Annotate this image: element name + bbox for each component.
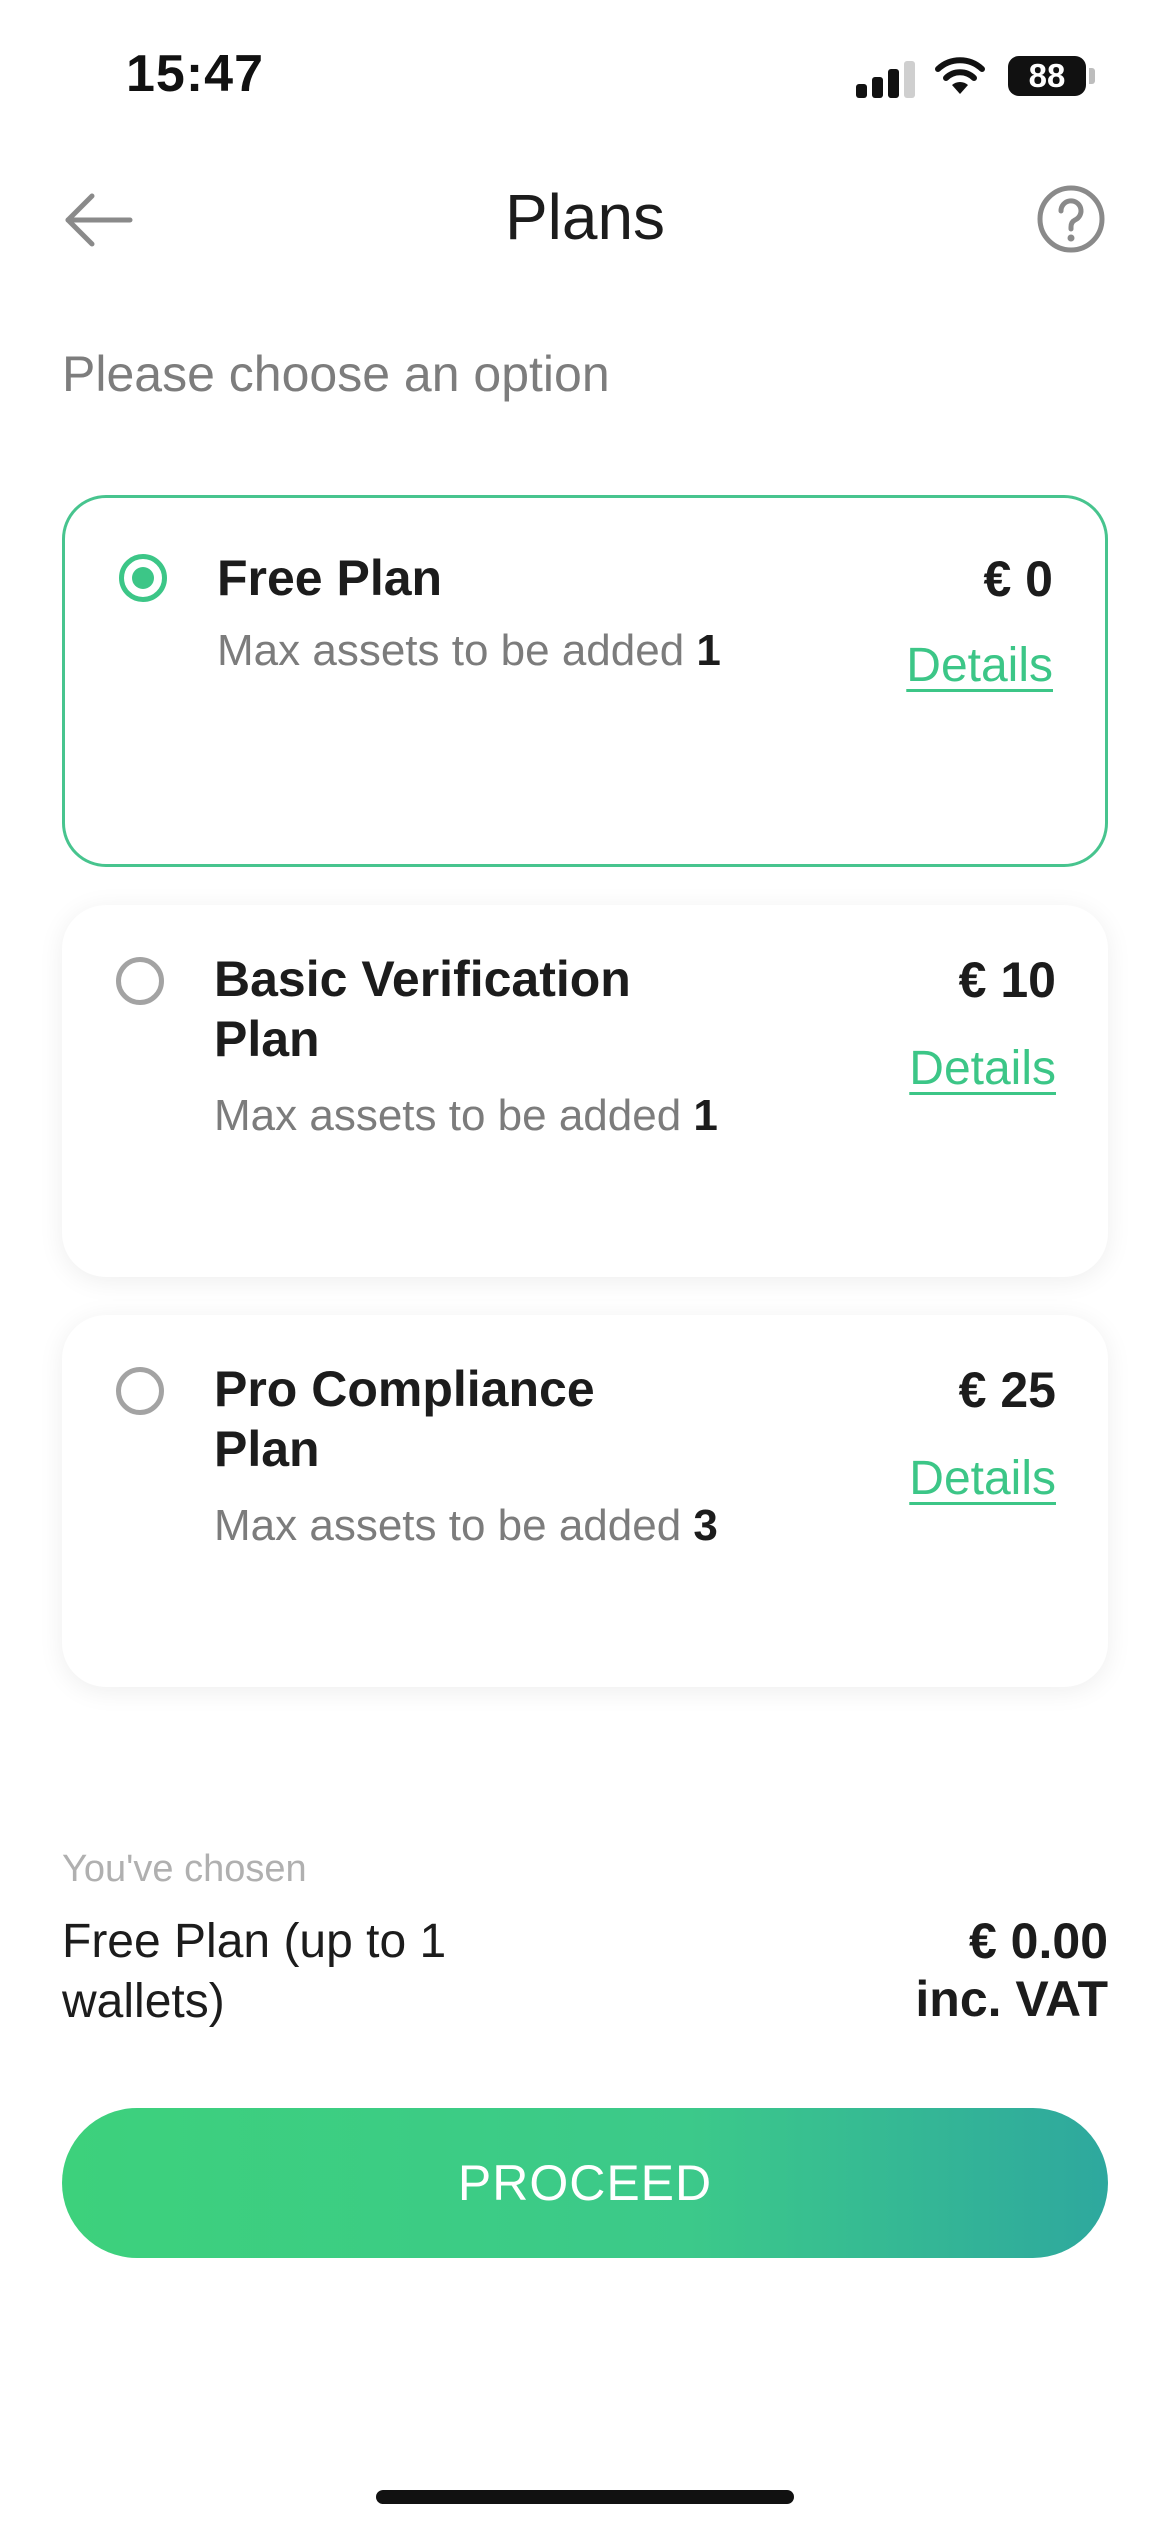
plan-name: Basic Verification Plan <box>214 951 631 1067</box>
plan-price: € 25 <box>958 1362 1056 1418</box>
chosen-label: You've chosen <box>62 1848 307 1890</box>
proceed-button[interactable]: PROCEED <box>62 2108 1108 2258</box>
plan-assets: Max assets to be added 1 <box>214 1091 718 1140</box>
plan-details-link[interactable]: Details <box>909 1041 1056 1096</box>
chosen-price: € 0.00 inc. VAT <box>915 1912 1108 2028</box>
plan-assets-count: 1 <box>693 1091 718 1140</box>
page-title: Plans <box>504 181 666 253</box>
home-indicator <box>376 2490 794 2504</box>
plan-card-basic[interactable]: Basic Verification Plan Max assets to be… <box>62 905 1108 1277</box>
plan-price: € 10 <box>958 952 1056 1008</box>
plan-card-pro[interactable]: Pro Compliance Plan Max assets to be add… <box>62 1315 1108 1687</box>
battery-icon: 88 <box>1008 56 1086 96</box>
help-icon[interactable] <box>1036 184 1106 254</box>
radio-unselected-icon[interactable] <box>116 1367 164 1415</box>
battery-cap <box>1089 68 1095 84</box>
chosen-price-amount: € 0.00 <box>968 1913 1108 1969</box>
radio-unselected-icon[interactable] <box>116 957 164 1005</box>
plan-details-link[interactable]: Details <box>909 1451 1056 1506</box>
plan-name: Free Plan <box>217 550 443 606</box>
plan-assets-count: 3 <box>693 1501 718 1550</box>
chosen-plan: Free Plan (up to 1 wallets) <box>62 1915 447 2028</box>
plan-assets: Max assets to be added 1 <box>217 626 721 675</box>
page-subtitle: Please choose an option <box>62 346 610 402</box>
wifi-icon <box>935 57 985 94</box>
plan-card-free[interactable]: Free Plan Max assets to be added 1 € 0 D… <box>62 495 1108 867</box>
radio-selected-icon[interactable] <box>119 554 167 602</box>
status-time: 15:47 <box>126 45 264 103</box>
plan-name: Pro Compliance Plan <box>214 1361 595 1477</box>
signal-icon <box>856 58 916 98</box>
chosen-price-vat: inc. VAT <box>915 1971 1108 2027</box>
header: Plans <box>0 160 1170 280</box>
status-bar: 15:47 88 <box>0 0 1170 150</box>
plan-details-link[interactable]: Details <box>906 638 1053 693</box>
plan-price: € 0 <box>983 551 1053 607</box>
plan-assets-count: 1 <box>696 626 721 675</box>
plan-assets: Max assets to be added 3 <box>214 1501 718 1550</box>
